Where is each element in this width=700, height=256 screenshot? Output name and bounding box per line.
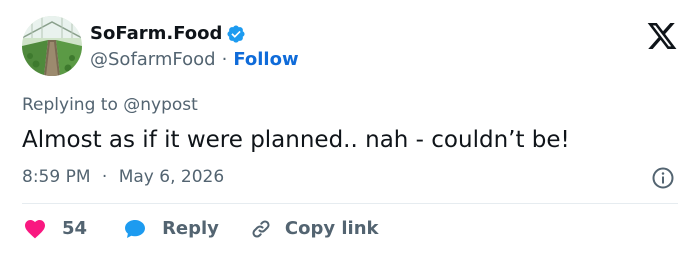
author-name-row: SoFarm.Food (90, 22, 246, 46)
avatar-greenhouse-image (22, 16, 82, 76)
tweet-date: May 6, 2026 (118, 167, 225, 187)
action-bar: 54 Reply Copy link (22, 216, 379, 242)
x-logo-icon[interactable] (646, 20, 678, 52)
reply-mention-link[interactable]: @nypost (123, 95, 198, 115)
tweet-time: 8:59 PM (22, 167, 91, 187)
separator-dot: · (221, 49, 228, 70)
follow-button[interactable]: Follow (233, 48, 298, 72)
tweet-card: SoFarm.Food @SofarmFood · Follow Replyin… (0, 0, 700, 256)
reply-button[interactable]: Reply (122, 216, 219, 242)
like-button[interactable]: 54 (22, 216, 87, 242)
copy-link-button[interactable]: Copy link (249, 216, 379, 242)
tweet-text: Almost as if it were planned.. nah - cou… (22, 127, 570, 153)
info-icon[interactable] (651, 166, 675, 190)
author-handle-row: @SofarmFood · Follow (90, 48, 299, 72)
author-handle[interactable]: @SofarmFood (90, 48, 216, 72)
author-display-name[interactable]: SoFarm.Food (90, 22, 222, 46)
copy-link-label: Copy link (284, 218, 379, 239)
divider (22, 203, 678, 204)
reply-context: Replying to @nypost (22, 93, 198, 117)
avatar[interactable] (22, 16, 82, 76)
tweet-timestamp[interactable]: 8:59 PM · May 6, 2026 (22, 165, 224, 189)
heart-icon (22, 217, 48, 241)
speech-bubble-icon (122, 217, 148, 241)
verified-badge-icon (226, 24, 246, 44)
link-icon (249, 217, 273, 241)
timestamp-separator: · (101, 167, 108, 187)
reply-label: Reply (162, 218, 219, 239)
reply-context-prefix: Replying to (22, 95, 124, 115)
like-count: 54 (62, 218, 88, 239)
